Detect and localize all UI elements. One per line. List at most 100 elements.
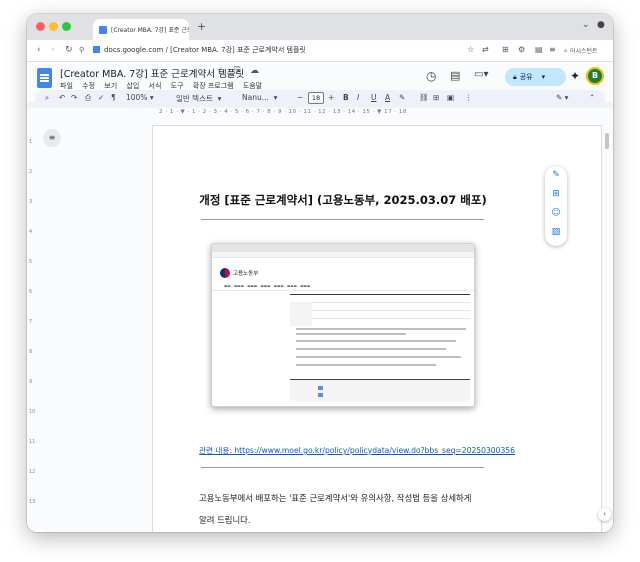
meet-icon[interactable]: ▭▾ — [474, 69, 488, 80]
side-panel-toggle-icon[interactable]: ‹ — [598, 508, 611, 521]
gemini-spark-icon[interactable]: ✦ — [570, 69, 580, 83]
underline-button[interactable]: U — [371, 93, 377, 102]
menu-extensions[interactable]: 확장 프로그램 — [193, 82, 234, 90]
bookmark-star-icon[interactable]: ☆ — [467, 45, 474, 54]
edit-suggest-icon[interactable]: ✎ — [545, 170, 567, 180]
search-menus-icon[interactable]: ⌕ — [45, 93, 49, 103]
embedded-logo-text: 고용노동부 — [233, 271, 259, 277]
vertical-ruler[interactable]: 1 2 3 4 5 6 7 8 9 10 11 12 13 — [29, 119, 37, 532]
menu-tools[interactable]: 도구 — [171, 82, 184, 90]
add-comment-icon[interactable]: ⊞ — [545, 189, 567, 199]
address-bar-row: ‹ › ↻ ⚲ docs.google.com / [Creator MBA. … — [27, 40, 613, 62]
paint-format-icon[interactable]: ¶ — [111, 93, 116, 102]
horizontal-ruler[interactable]: 2 · 1 · ▼ · 1 · 2 · 3 · 4 · 5 · 6 · 7 · … — [27, 108, 613, 119]
share-button[interactable]: 🔒︎ 공유 ▾ — [505, 68, 566, 86]
maximize-window-button[interactable] — [62, 22, 71, 31]
google-docs-logo-icon[interactable] — [37, 68, 52, 88]
embedded-text-line — [296, 328, 466, 330]
style-select[interactable]: 일반 텍스트 ▾ — [176, 93, 221, 104]
share-dropdown-icon[interactable]: ▾ — [542, 73, 546, 81]
new-tab-button[interactable]: + — [197, 20, 206, 33]
more-options-icon[interactable]: ⋮ — [465, 93, 473, 102]
side-actions-panel: ✎ ⊞ ☺ ▨ — [545, 166, 567, 246]
url-text: docs.google.com / [Creator MBA. 7강] 표준 근… — [104, 46, 306, 54]
embedded-text-line — [296, 340, 456, 342]
text-color-button[interactable]: A — [385, 93, 390, 102]
bold-button[interactable]: B — [343, 93, 349, 102]
comments-icon[interactable]: ▤ — [450, 69, 460, 82]
embedded-info-table — [290, 294, 470, 326]
browser-window: [Creator MBA. 7강] 표준 근로... × + ⌄ ● ‹ › ↻… — [27, 14, 613, 532]
menu-help[interactable]: 도움말 — [243, 82, 262, 90]
browser-profile-icon[interactable]: ● — [597, 20, 605, 30]
embedded-attachments — [290, 379, 470, 401]
document-outline-icon[interactable]: ≡ — [43, 129, 61, 147]
emoji-reaction-icon[interactable]: ☺ — [545, 208, 567, 218]
menu-edit[interactable]: 수정 — [82, 82, 95, 90]
redo-icon[interactable]: ↷ — [71, 93, 77, 102]
undo-icon[interactable]: ↶ — [59, 93, 65, 102]
site-info-icon[interactable]: ⚲ — [79, 46, 84, 54]
embedded-screenshot-image[interactable]: 고용노동부 ▬▬ ▬▬▬ ▬▬▬ ▬▬▬ ▬▬▬ ▬▬▬ ▬▬▬ — [211, 243, 475, 407]
embedded-browser-bar — [212, 244, 474, 252]
browser-titlebar: [Creator MBA. 7강] 표준 근로... × + ⌄ ● — [27, 14, 613, 40]
page-heading: 개정 [표준 근로계약서] (고용노동부, 2025.03.07 배포) — [199, 193, 487, 207]
spellcheck-icon[interactable]: ✓ — [98, 93, 104, 102]
docs-favicon-icon — [93, 46, 100, 53]
zoom-select[interactable]: 100% ▾ — [126, 93, 154, 102]
style-value: 일반 텍스트 — [176, 94, 213, 103]
url-field[interactable]: docs.google.com / [Creator MBA. 7강] 표준 근… — [93, 45, 306, 55]
embedded-nav: ▬▬ ▬▬▬ ▬▬▬ ▬▬▬ ▬▬▬ ▬▬▬ ▬▬▬ — [212, 282, 474, 291]
tab-search-chevron-icon[interactable]: ⌄ — [582, 20, 590, 30]
sidebar-icon[interactable]: ▤ — [535, 45, 543, 54]
highlight-icon[interactable]: ✎ — [399, 93, 405, 102]
history-icon[interactable]: ◷ — [426, 69, 436, 83]
translate-icon[interactable]: ⇄ — [482, 45, 489, 54]
browser-tab[interactable]: [Creator MBA. 7강] 표준 근로... × — [93, 19, 189, 40]
menu-format[interactable]: 서식 — [149, 82, 162, 90]
title-icons[interactable]: ☆ ⎘ ☁ — [217, 66, 262, 76]
font-select[interactable]: Nanu... ▾ — [242, 93, 277, 102]
decrease-font-size-button[interactable]: − — [297, 93, 303, 102]
embedded-text-line — [296, 356, 461, 358]
puzzle-icon[interactable]: ⚙ — [518, 45, 525, 54]
embedded-address-bar — [212, 252, 474, 258]
assistant-button[interactable]: ✧ 어시스턴트 — [563, 46, 598, 55]
close-window-button[interactable] — [36, 22, 45, 31]
back-button[interactable]: ‹ — [37, 45, 41, 55]
increase-font-size-button[interactable]: + — [328, 93, 334, 102]
document-canvas: 1 2 3 4 5 6 7 8 9 10 11 12 13 ≡ 개정 [표준 근로계약서] (고용노동부… — [27, 119, 613, 532]
avatar[interactable]: B — [586, 67, 604, 85]
forward-button[interactable]: › — [51, 45, 55, 55]
minimize-window-button[interactable] — [49, 22, 58, 31]
ruler-ticks: 2 · 1 · ▼ · 1 · 2 · 3 · 4 · 5 · 6 · 7 · … — [159, 109, 407, 115]
file-icon — [318, 386, 323, 390]
editing-mode-icon[interactable]: ✎ ▾ — [556, 93, 568, 102]
menu-insert[interactable]: 삽입 — [126, 82, 139, 90]
file-icon — [318, 393, 323, 397]
horizontal-divider — [201, 467, 484, 468]
link-icon[interactable]: ⛓ — [419, 93, 429, 102]
lock-icon: 🔒︎ — [513, 72, 517, 81]
document-page[interactable]: 개정 [표준 근로계약서] (고용노동부, 2025.03.07 배포) 고용노… — [153, 126, 601, 532]
menu-view[interactable]: 보기 — [104, 82, 117, 90]
formatting-toolbar: ⌕ ↶ ↷ ⎙ ✓ ¶ 100% ▾ 일반 텍스트 ▾ Nanu... ▾ − … — [35, 90, 605, 107]
vertical-scrollbar[interactable] — [605, 133, 609, 149]
extension-icon[interactable]: ⊞ — [502, 45, 509, 54]
insert-image-icon[interactable]: ▣ — [447, 93, 454, 102]
menu-lines-icon[interactable]: ≡ — [549, 45, 556, 54]
font-size-input[interactable]: 18 — [308, 92, 324, 104]
suggest-edits-icon[interactable]: ▨ — [545, 227, 567, 237]
assistant-label: 어시스턴트 — [569, 48, 598, 55]
font-value: Nanu... — [242, 93, 269, 102]
italic-button[interactable]: I — [357, 93, 359, 102]
related-link[interactable]: 관련 내용: https://www.moel.go.kr/policy/pol… — [199, 445, 515, 456]
hide-menus-icon[interactable]: ⌃ — [589, 93, 595, 102]
add-comment-icon[interactable]: ⊞ — [433, 93, 439, 102]
embedded-text-line — [296, 364, 436, 366]
body-paragraph-line: 고용노동부에서 배포하는 '표준 근로계약서'와 유의사항, 작성법 등을 상세… — [199, 493, 472, 503]
reload-button[interactable]: ↻ — [65, 45, 73, 55]
print-icon[interactable]: ⎙ — [85, 93, 91, 103]
embedded-text-line — [296, 333, 406, 335]
menu-file[interactable]: 파일 — [60, 82, 73, 90]
